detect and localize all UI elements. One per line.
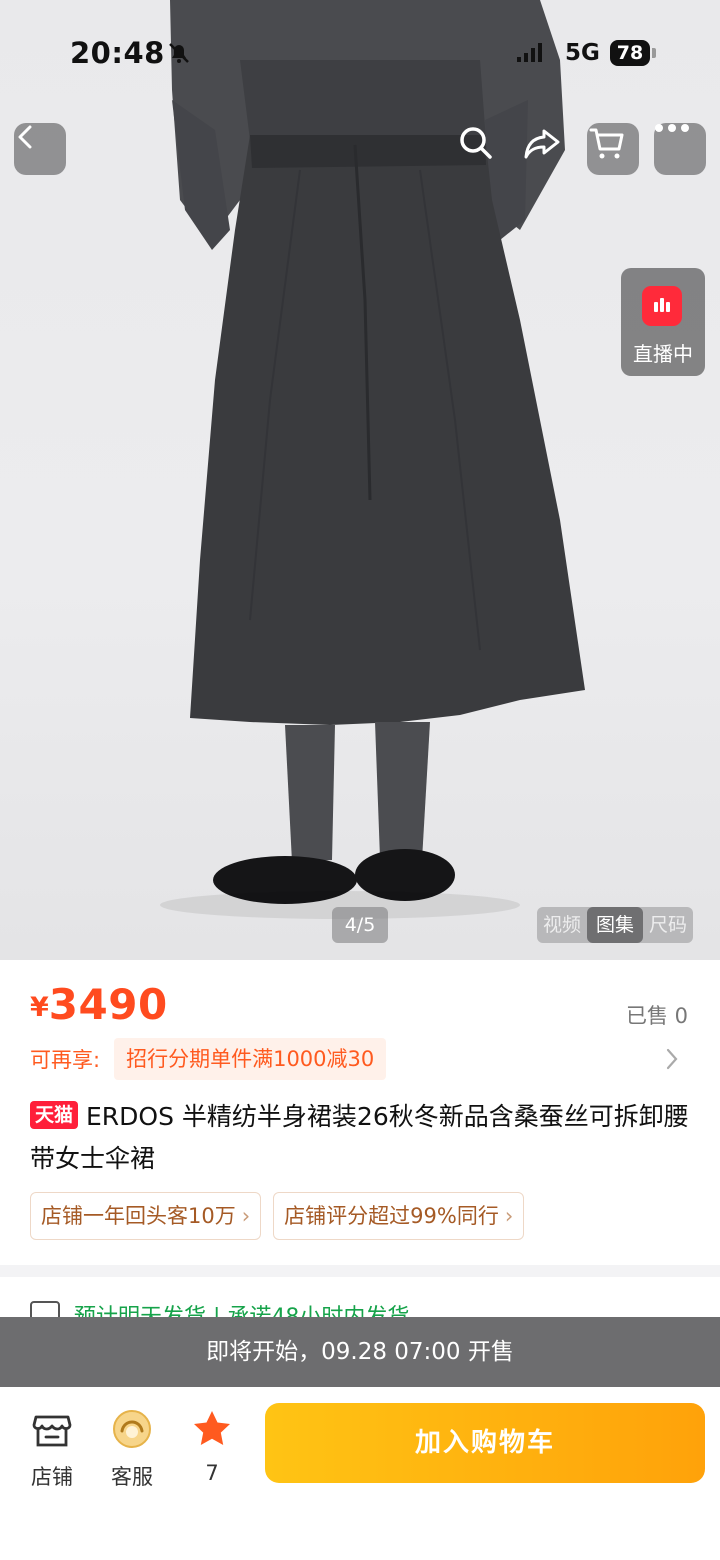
store-label: 店铺 bbox=[31, 1465, 73, 1489]
service-label: 客服 bbox=[111, 1465, 153, 1489]
delivery-truck-icon bbox=[30, 1301, 60, 1317]
product-title-text: ERDOS 半精纺半身裙装26秋冬新品含桑蚕丝可拆卸腰带女士伞裙 bbox=[30, 1102, 689, 1173]
delivery-text: 预计明天发货 | 承诺48小时内发货 bbox=[74, 1299, 409, 1317]
cart-icon bbox=[589, 128, 624, 159]
tab-size[interactable]: 尺码 bbox=[643, 907, 693, 943]
promo-label: 可再享: bbox=[30, 1048, 101, 1072]
network-type: 5G bbox=[565, 40, 600, 66]
customer-service-button[interactable]: 客服 bbox=[100, 1407, 164, 1491]
tag-store-rating[interactable]: 店铺评分超过99%同行 › bbox=[273, 1192, 525, 1240]
share-arrow-icon bbox=[524, 129, 560, 159]
store-tags: 店铺一年回头客10万 › 店铺评分超过99%同行 › bbox=[30, 1192, 525, 1240]
more-button[interactable] bbox=[654, 123, 706, 175]
search-button[interactable] bbox=[456, 123, 508, 175]
chevron-right-icon[interactable] bbox=[664, 1046, 680, 1072]
tag-chevron: › bbox=[241, 1204, 251, 1228]
status-time: 20:48 bbox=[70, 36, 165, 70]
currency-symbol: ¥ bbox=[30, 992, 49, 1023]
search-icon bbox=[460, 127, 492, 159]
product-image[interactable]: 20:48 5G 78 直播中 4/5 视频 图集 尺码 bbox=[0, 0, 720, 960]
tag-chevron: › bbox=[504, 1204, 514, 1228]
star-icon bbox=[194, 1411, 230, 1445]
tab-gallery[interactable]: 图集 bbox=[587, 907, 644, 943]
image-counter: 4/5 bbox=[332, 907, 388, 943]
favorite-button[interactable]: 7 bbox=[180, 1407, 244, 1485]
cart-button[interactable] bbox=[587, 123, 639, 175]
tag-label: 店铺一年回头客10万 bbox=[41, 1204, 236, 1228]
sold-count: 已售 0 bbox=[625, 1004, 688, 1028]
gallery-tabs: 视频 图集 尺码 bbox=[537, 907, 694, 943]
tmall-badge: 天猫 bbox=[30, 1101, 79, 1129]
add-to-cart-button[interactable]: 加入购物车 bbox=[265, 1403, 705, 1483]
live-icon bbox=[642, 286, 682, 326]
more-dots-icon bbox=[655, 124, 689, 132]
promo-row[interactable]: 可再享: 招行分期单件满1000减30 bbox=[30, 1038, 387, 1080]
live-label: 直播中 bbox=[633, 342, 693, 366]
battery-tip bbox=[652, 48, 656, 58]
price: ¥3490 bbox=[30, 980, 168, 1029]
product-title: 天猫 ERDOS 半精纺半身裙装26秋冬新品含桑蚕丝可拆卸腰带女士伞裙 bbox=[30, 1096, 690, 1180]
mute-bell-icon bbox=[169, 43, 189, 63]
store-icon bbox=[32, 1415, 72, 1447]
store-button[interactable]: 店铺 bbox=[20, 1407, 84, 1491]
bottom-action-bar: 店铺 客服 7 加入购物车 bbox=[0, 1387, 720, 1560]
chevron-left-icon bbox=[18, 125, 32, 149]
live-stream-button[interactable]: 直播中 bbox=[621, 268, 705, 376]
section-divider bbox=[0, 1265, 720, 1277]
sale-start-notice: 即将开始，09.28 07:00 开售 bbox=[0, 1317, 720, 1387]
price-value: 3490 bbox=[48, 980, 168, 1029]
signal-icon bbox=[517, 43, 542, 62]
customer-service-icon bbox=[113, 1410, 151, 1448]
status-bar: 20:48 5G 78 bbox=[0, 28, 720, 80]
back-button[interactable] bbox=[14, 123, 66, 175]
promo-value: 招行分期单件满1000减30 bbox=[114, 1038, 387, 1080]
battery-level: 78 bbox=[610, 40, 650, 66]
delivery-row[interactable]: 预计明天发货 | 承诺48小时内发货 bbox=[0, 1277, 720, 1317]
favorite-count: 7 bbox=[205, 1461, 219, 1485]
tag-returning-customers[interactable]: 店铺一年回头客10万 › bbox=[30, 1192, 262, 1240]
tag-label: 店铺评分超过99%同行 bbox=[284, 1204, 499, 1228]
product-info: ¥3490 已售 0 可再享: 招行分期单件满1000减30 天猫 ERDOS 半… bbox=[0, 960, 720, 1265]
share-button[interactable] bbox=[522, 123, 574, 175]
tab-video[interactable]: 视频 bbox=[537, 907, 587, 943]
